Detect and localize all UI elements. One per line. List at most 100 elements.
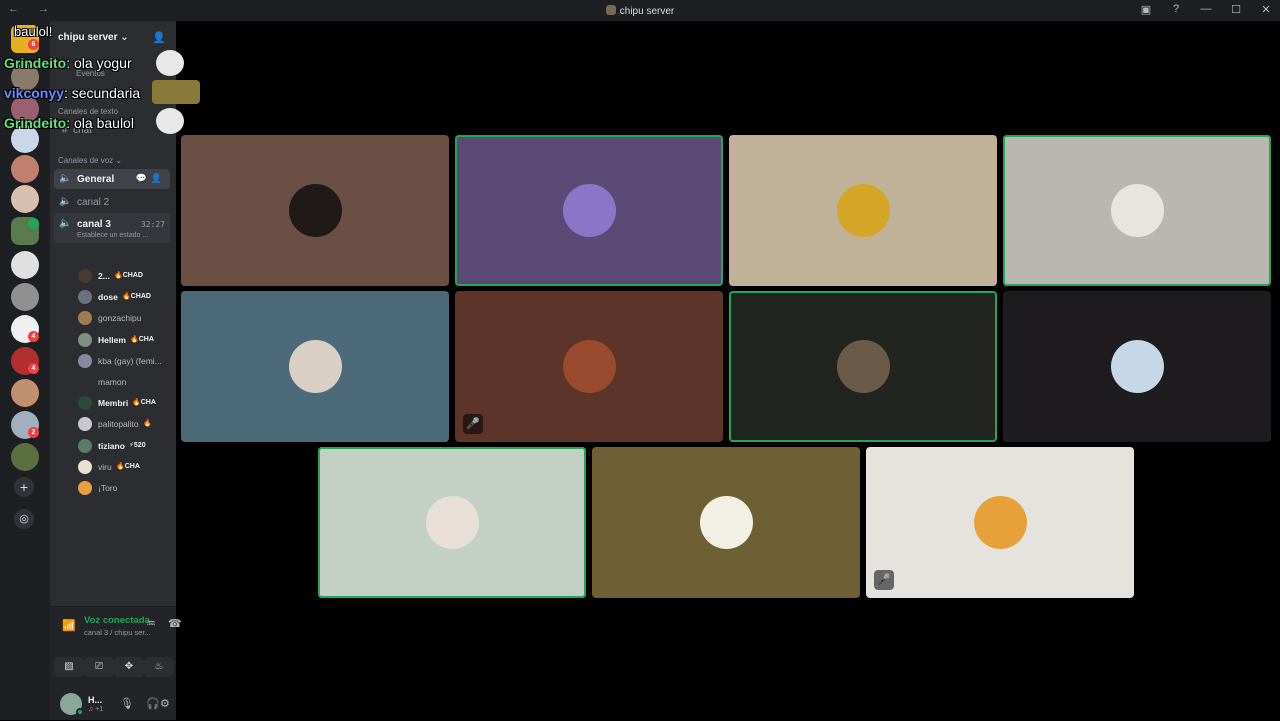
participant-avatar — [974, 496, 1027, 549]
activities-button[interactable]: ✥ — [114, 657, 144, 677]
signal-icon[interactable]: 📶 — [62, 619, 76, 632]
headphones-icon[interactable]: 🎧 — [146, 697, 160, 710]
notification-badge: 2 — [28, 427, 39, 438]
overlay-message: Grindeito: ola baulol — [4, 115, 134, 131]
server-icon-7[interactable] — [11, 251, 39, 279]
speaker-icon: 🔈 — [59, 196, 72, 207]
member-name: kba (gay) (femi... — [98, 355, 162, 366]
participant-avatar — [1111, 184, 1164, 237]
member-tag: ⚡520 — [129, 441, 146, 449]
screen-share-button[interactable]: ⎚ — [84, 657, 114, 677]
overlay-user: Grindeito — [4, 115, 67, 131]
server-header[interactable]: chipu server ⌄ 👤 — [50, 21, 176, 55]
notification-badge: 6 — [28, 39, 39, 50]
server-icon-6[interactable] — [11, 185, 39, 213]
member-name: dose — [98, 292, 118, 303]
participant-tile[interactable] — [181, 291, 449, 442]
voice-channel-canal-3[interactable]: 🔈 canal 3 32:27 Establece un estado ... — [54, 213, 170, 243]
noise-suppression-icon[interactable]: ♒ — [146, 617, 156, 630]
member-name: palitopalito — [98, 419, 139, 430]
member-name: gonzachipu — [98, 313, 142, 324]
camera-button[interactable]: ▨ — [54, 657, 84, 677]
voice-category[interactable]: Canales de voz ⌄ — [58, 156, 122, 165]
member-avatar — [78, 459, 92, 474]
voice-member[interactable]: tiziano ⚡520 — [78, 437, 170, 455]
settings-icon[interactable]: ⚙ — [160, 697, 170, 710]
channel-timer: 32:27 — [140, 220, 165, 229]
participant-avatar — [837, 184, 890, 237]
member-tag: 🔥CHA — [132, 399, 156, 407]
voice-member[interactable]: mamon — [78, 373, 170, 391]
channel-controls[interactable]: 💬👤 — [136, 173, 166, 184]
participant-tile[interactable]: 🎤 — [866, 447, 1134, 598]
member-avatar — [78, 269, 92, 283]
voice-member[interactable]: viru 🔥CHA — [78, 458, 170, 476]
voice-member[interactable]: Hellem 🔥CHA — [78, 331, 170, 349]
voice-connected-title[interactable]: Voz conectada — [84, 615, 150, 626]
server-icon-8[interactable] — [11, 283, 39, 311]
minimize-button[interactable]: — — [1198, 3, 1214, 16]
voice-member[interactable]: palitopalito 🔥 — [78, 415, 170, 433]
microphone-icon[interactable]: 🎙 — [120, 697, 134, 710]
explore-servers-button[interactable]: ◎ — [14, 509, 34, 529]
server-icon-5[interactable] — [11, 155, 39, 183]
voice-connected-subtitle[interactable]: canal 3 / chipu ser... — [84, 628, 151, 637]
participant-tile[interactable]: 🎤 — [455, 291, 723, 442]
member-avatar — [78, 417, 92, 432]
overlay-user: Grindeito — [4, 55, 67, 71]
voice-channel-canal-2[interactable]: 🔈 canal 2 — [54, 192, 170, 212]
overlay-text: : ola yogur — [66, 55, 132, 71]
member-avatar — [78, 481, 92, 495]
overlay-message: vikconyy: secundaria — [4, 85, 140, 101]
server-icon-11[interactable] — [11, 379, 39, 407]
participant-avatar — [289, 184, 342, 237]
member-tag: 🔥CHAD — [122, 293, 151, 301]
voice-member[interactable]: gonzachipu — [78, 309, 170, 327]
speaker-icon: 🔈 — [59, 218, 72, 229]
participant-tile[interactable] — [455, 135, 723, 286]
soundboard-button[interactable]: ♨ — [144, 657, 174, 677]
voice-badge — [28, 218, 39, 229]
member-name: Membri — [98, 398, 129, 409]
member-name: viru — [98, 461, 112, 472]
participant-tile[interactable] — [318, 447, 586, 598]
help-icon[interactable]: ? — [1168, 3, 1184, 16]
voice-member[interactable]: ¡Toro — [78, 479, 170, 497]
title-bar: ← → chipu server ▣ ? — ☐ ✕ — [0, 0, 1280, 21]
invite-icon[interactable]: 👤 — [152, 31, 166, 44]
voice-member[interactable]: 2... 🔥CHAD — [78, 267, 170, 285]
overlay-text: : secundaria — [63, 85, 141, 101]
maximize-button[interactable]: ☐ — [1228, 3, 1244, 16]
participant-tile[interactable] — [729, 135, 997, 286]
participant-tile[interactable] — [181, 135, 449, 286]
online-status-dot — [76, 708, 84, 716]
voice-member[interactable]: kba (gay) (femi... — [78, 352, 170, 370]
member-avatar — [78, 332, 92, 347]
participant-tile[interactable] — [592, 447, 860, 598]
channel-status[interactable]: Establece un estado ... — [77, 232, 148, 239]
server-icon-13[interactable] — [11, 443, 39, 471]
channel-label: canal 2 — [77, 197, 110, 208]
add-server-button[interactable]: + — [14, 477, 34, 497]
participant-tile[interactable] — [1003, 135, 1271, 286]
participant-avatar — [837, 340, 890, 393]
close-button[interactable]: ✕ — [1258, 3, 1274, 16]
member-name: ¡Toro — [98, 483, 118, 493]
participant-avatar — [700, 496, 753, 549]
participant-tile[interactable] — [729, 291, 997, 442]
disconnect-icon[interactable]: ☎ — [168, 617, 182, 630]
participant-avatar — [563, 184, 616, 237]
member-tag: 🔥CHA — [116, 462, 140, 470]
voice-channel-general[interactable]: 🔈 General 💬👤 — [54, 169, 170, 189]
user-name[interactable]: H... — [88, 695, 102, 705]
participant-avatar — [289, 340, 342, 393]
member-avatar — [78, 311, 92, 326]
overlay-user: vikconyy — [4, 85, 64, 101]
voice-member[interactable]: Membri 🔥CHA — [78, 394, 170, 412]
inbox-icon[interactable]: ▣ — [1138, 3, 1154, 16]
notification-badge: 4 — [28, 363, 39, 374]
participant-tile[interactable] — [1003, 291, 1271, 442]
member-name: tiziano — [98, 440, 125, 451]
overlay-fragment: baulol! — [14, 24, 53, 39]
voice-member[interactable]: dose 🔥CHAD — [78, 288, 170, 306]
